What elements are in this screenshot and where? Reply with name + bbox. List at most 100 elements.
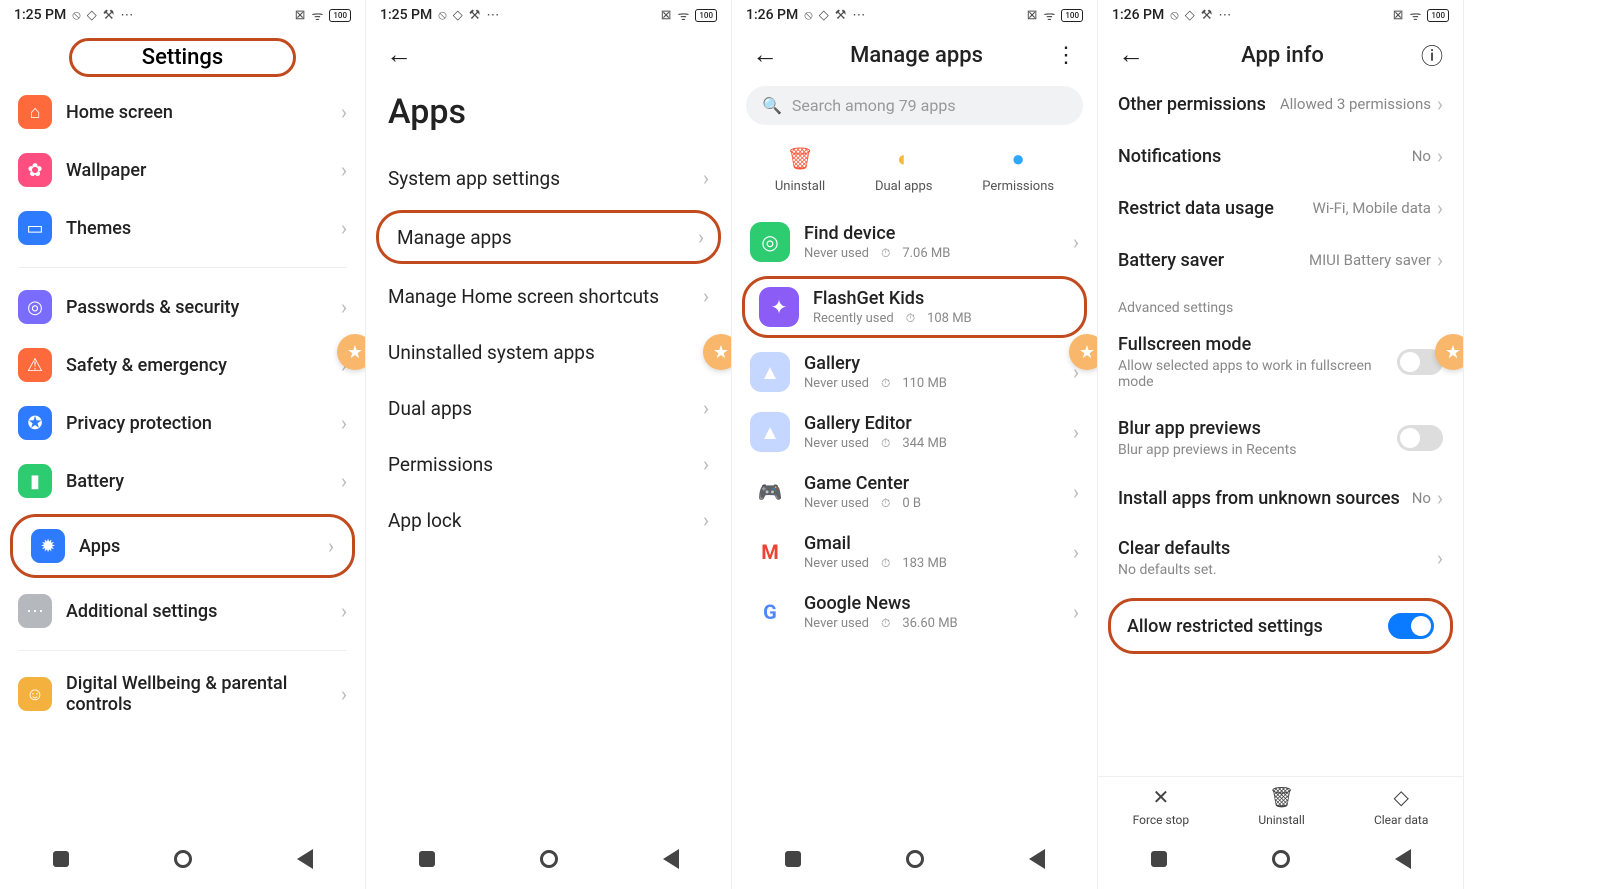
settings-row-wallpaper[interactable]: ✿ Wallpaper › bbox=[0, 141, 365, 199]
app-row-gmail[interactable]: M Gmail Never used⏱183 MB › bbox=[732, 522, 1097, 582]
row-install-unknown[interactable]: Install apps from unknown sources No › bbox=[1098, 472, 1463, 524]
row-blur-previews[interactable]: Blur app previews Blur app previews in R… bbox=[1098, 404, 1463, 472]
action-permissions[interactable]: ● Permissions bbox=[982, 145, 1054, 194]
row-restrict-data[interactable]: Restrict data usage Wi-Fi, Mobile data › bbox=[1098, 182, 1463, 234]
x-icon: ⊠ bbox=[1027, 8, 1038, 23]
erase-icon: ◇ bbox=[1393, 785, 1408, 809]
row-manage-apps[interactable]: Manage apps› bbox=[376, 210, 721, 264]
row-allow-restricted[interactable]: Allow restricted settings bbox=[1108, 598, 1453, 654]
status-bar: 1:25 PM ⦸ ◇ ⚒ ⋯ ⊠ ᯤ 100 bbox=[0, 0, 365, 30]
settings-row-themes[interactable]: ▭ Themes › bbox=[0, 199, 365, 257]
toggle-allow-restricted[interactable] bbox=[1388, 613, 1434, 639]
chevron-right-icon: › bbox=[698, 225, 704, 249]
row-battery-saver[interactable]: Battery saver MIUI Battery saver › bbox=[1098, 234, 1463, 286]
action-clear-data[interactable]: ◇Clear data bbox=[1374, 785, 1428, 827]
row-fullscreen-mode[interactable]: Fullscreen mode Allow selected apps to w… bbox=[1098, 320, 1463, 404]
action-dual-apps[interactable]: ◐ Dual apps bbox=[875, 145, 933, 194]
menu-button[interactable]: ⋮ bbox=[1049, 43, 1083, 68]
page-title: Settings bbox=[69, 38, 296, 77]
screen-apps: 1:25 PM ⦸ ◇ ⚒ ⋯ ⊠ ᯤ 100 ← Apps System ap… bbox=[366, 0, 732, 889]
trash-icon: 🗑 bbox=[786, 145, 814, 173]
settings-row-apps[interactable]: ✹ Apps › bbox=[10, 514, 355, 578]
row-manage-home-shortcuts[interactable]: Manage Home screen shortcuts› bbox=[366, 268, 731, 324]
trash-icon: 🗑 bbox=[1269, 785, 1294, 809]
app-icon: ✦ bbox=[759, 287, 799, 327]
security-icon: ◎ bbox=[18, 290, 52, 324]
toggle-blur[interactable] bbox=[1397, 425, 1443, 451]
settings-row-safety[interactable]: ⚠ Safety & emergency › bbox=[0, 336, 365, 394]
app-row-game-center[interactable]: 🎮 Game Center Never used⏱0 B › bbox=[732, 462, 1097, 522]
back-button[interactable]: ← bbox=[1112, 38, 1150, 72]
nav-home[interactable] bbox=[174, 850, 192, 868]
row-dual-apps[interactable]: Dual apps› bbox=[366, 380, 731, 436]
nav-bar bbox=[732, 831, 1097, 889]
nav-home[interactable] bbox=[540, 850, 558, 868]
nav-bar bbox=[1098, 831, 1463, 889]
status-bar: 1:26 PM ⦸ ◇ ⚒ ⋯ ⊠ ᯤ 100 bbox=[1098, 0, 1463, 30]
apps-icon: ✹ bbox=[31, 529, 65, 563]
search-icon: 🔍 bbox=[762, 96, 782, 115]
usb-icon: ⚒ bbox=[835, 8, 847, 23]
action-uninstall[interactable]: 🗑 Uninstall bbox=[775, 145, 825, 194]
settings-row-additional[interactable]: ⋯ Additional settings › bbox=[0, 582, 365, 640]
app-icon: ▲ bbox=[750, 412, 790, 452]
nav-recent[interactable] bbox=[1151, 851, 1167, 867]
settings-row-passwords[interactable]: ◎ Passwords & security › bbox=[0, 278, 365, 336]
clock-icon: ⏱ bbox=[881, 496, 890, 511]
app-row-google-news[interactable]: G Google News Never used⏱36.60 MB › bbox=[732, 582, 1097, 642]
row-app-lock[interactable]: App lock› bbox=[366, 492, 731, 548]
chevron-right-icon: › bbox=[1073, 480, 1079, 504]
settings-row-home-screen[interactable]: ⌂ Home screen › bbox=[0, 83, 365, 141]
screen-manage-apps: 1:26 PM ⦸ ◇ ⚒ ⋯ ⊠ ᯤ 100 ← Manage apps ⋮ … bbox=[732, 0, 1098, 889]
settings-row-battery[interactable]: ▮ Battery › bbox=[0, 452, 365, 510]
nav-back[interactable] bbox=[1395, 849, 1411, 869]
float-button[interactable]: ★ bbox=[337, 334, 366, 370]
row-system-app-settings[interactable]: System app settings› bbox=[366, 150, 731, 206]
row-clear-defaults[interactable]: Clear defaults No defaults set. › bbox=[1098, 524, 1463, 592]
info-button[interactable]: ⓘ bbox=[1415, 39, 1449, 71]
nav-recent[interactable] bbox=[419, 851, 435, 867]
chevron-right-icon: › bbox=[1073, 600, 1079, 624]
nav-recent[interactable] bbox=[785, 851, 801, 867]
chevron-right-icon: › bbox=[703, 166, 709, 190]
row-permissions[interactable]: Permissions› bbox=[366, 436, 731, 492]
more-icon: ⋯ bbox=[852, 8, 865, 23]
nav-recent[interactable] bbox=[53, 851, 69, 867]
float-button[interactable]: ★ bbox=[1069, 334, 1098, 370]
float-button[interactable]: ★ bbox=[1435, 334, 1464, 370]
chevron-right-icon: › bbox=[341, 100, 347, 124]
titlebar: ← App info ⓘ bbox=[1098, 30, 1463, 78]
nav-back[interactable] bbox=[297, 849, 313, 869]
search-input[interactable]: 🔍 Search among 79 apps bbox=[746, 86, 1083, 125]
action-row: 🗑 Uninstall ◐ Dual apps ● Permissions bbox=[732, 139, 1097, 212]
dual-icon: ◐ bbox=[890, 145, 918, 173]
app-row-flashget-kids[interactable]: ✦ FlashGet Kids Recently used⏱108 MB bbox=[742, 276, 1087, 338]
chevron-right-icon: › bbox=[1437, 546, 1443, 570]
close-icon: ✕ bbox=[1152, 785, 1169, 809]
action-uninstall[interactable]: 🗑Uninstall bbox=[1258, 785, 1304, 827]
nav-home[interactable] bbox=[906, 850, 924, 868]
chevron-right-icon: › bbox=[1437, 486, 1443, 510]
status-bar: 1:26 PM ⦸ ◇ ⚒ ⋯ ⊠ ᯤ 100 bbox=[732, 0, 1097, 30]
screen-app-info: 1:26 PM ⦸ ◇ ⚒ ⋯ ⊠ ᯤ 100 ← App info ⓘ Oth… bbox=[1098, 0, 1464, 889]
row-uninstalled-system-apps[interactable]: Uninstalled system apps› bbox=[366, 324, 731, 380]
settings-row-wellbeing[interactable]: ☺ Digital Wellbeing & parental controls … bbox=[0, 661, 365, 727]
float-button[interactable]: ★ bbox=[703, 334, 732, 370]
back-button[interactable]: ← bbox=[380, 38, 418, 72]
nav-back[interactable] bbox=[663, 849, 679, 869]
nav-home[interactable] bbox=[1272, 850, 1290, 868]
more-icon: ⋯ bbox=[486, 8, 499, 23]
row-notifications[interactable]: Notifications No › bbox=[1098, 130, 1463, 182]
nav-back[interactable] bbox=[1029, 849, 1045, 869]
settings-row-privacy[interactable]: ✪ Privacy protection › bbox=[0, 394, 365, 452]
action-force-stop[interactable]: ✕Force stop bbox=[1133, 785, 1190, 827]
app-row-gallery[interactable]: ▲ Gallery Never used⏱110 MB › bbox=[732, 342, 1097, 402]
app-row-find-device[interactable]: ◎ Find device Never used⏱7.06 MB › bbox=[732, 212, 1097, 272]
x-icon: ⊠ bbox=[1393, 8, 1404, 23]
chevron-right-icon: › bbox=[703, 508, 709, 532]
back-button[interactable]: ← bbox=[746, 38, 784, 72]
nav-bar bbox=[0, 831, 365, 889]
wifi-icon: ᯤ bbox=[677, 6, 689, 24]
row-other-permissions[interactable]: Other permissions Allowed 3 permissions … bbox=[1098, 78, 1463, 130]
app-row-gallery-editor[interactable]: ▲ Gallery Editor Never used⏱344 MB › bbox=[732, 402, 1097, 462]
